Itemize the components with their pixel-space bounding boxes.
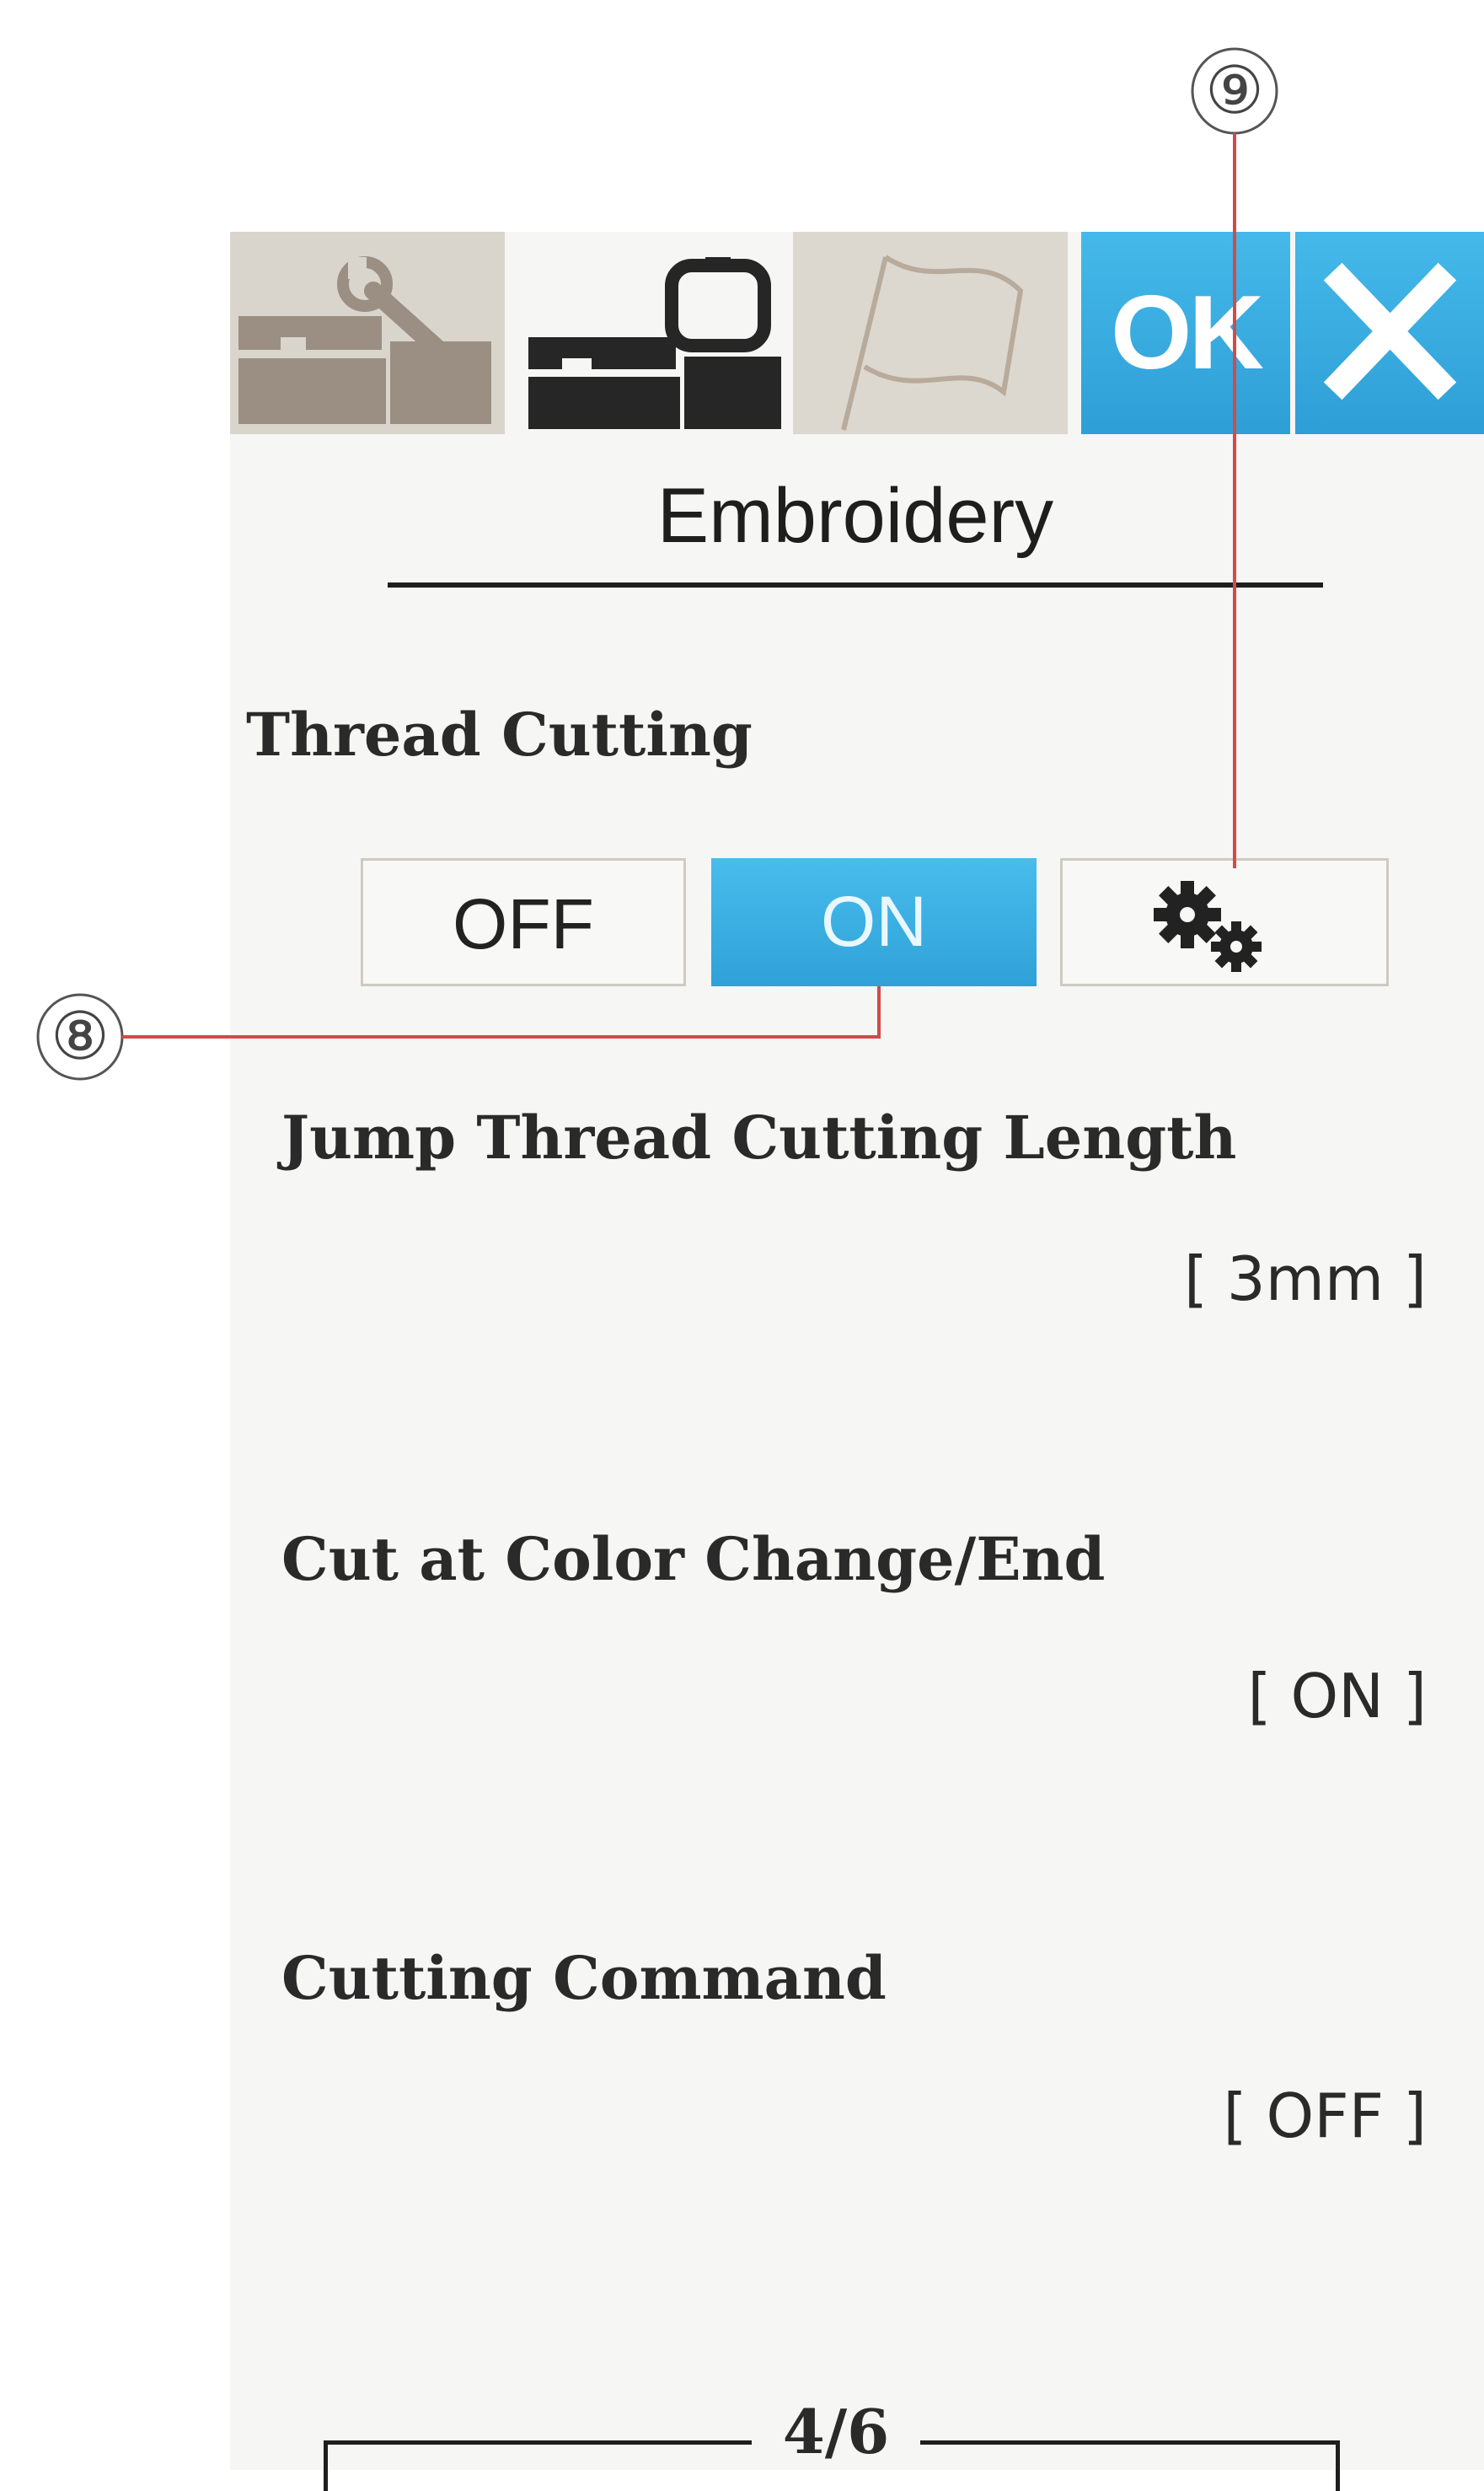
thread-cutting-on-button[interactable]: ON [711,858,1037,986]
callout-9: ⑨ [1205,53,1264,129]
setting-value[interactable]: [ ON ] [1248,1661,1427,1731]
page-indicator: 4/6 [752,2394,920,2470]
mode-tab-bar: OK [230,232,1484,434]
thread-cutting-settings-button[interactable] [1060,858,1389,986]
machine-setup-icon [238,256,491,424]
ok-label: OK [1111,275,1264,391]
setting-label: Jump Thread Cutting Length [281,1103,1237,1173]
setting-label: Cutting Command [281,1943,887,2013]
thread-cutting-off-button[interactable]: OFF [361,858,686,986]
close-button[interactable] [1295,232,1484,434]
tab-embroidery[interactable] [512,232,786,434]
embroidery-machine-icon [528,257,781,429]
gears-icon [1154,881,1262,972]
page-title: Embroidery [656,473,1054,559]
ok-button[interactable]: OK [1081,232,1290,434]
close-icon [1323,262,1457,400]
setting-label: Cut at Color Change/End [281,1524,1106,1594]
tab-machine-setup[interactable] [230,232,505,434]
title-divider [388,582,1323,588]
thread-cutting-label: Thread Cutting [246,700,753,770]
tab-language[interactable] [793,232,1068,434]
callout-8: ⑧ [51,999,110,1075]
flag-icon [841,255,1024,431]
setting-value[interactable]: [ 3mm ] [1184,1243,1427,1314]
setting-value[interactable]: [ OFF ] [1224,2080,1427,2151]
